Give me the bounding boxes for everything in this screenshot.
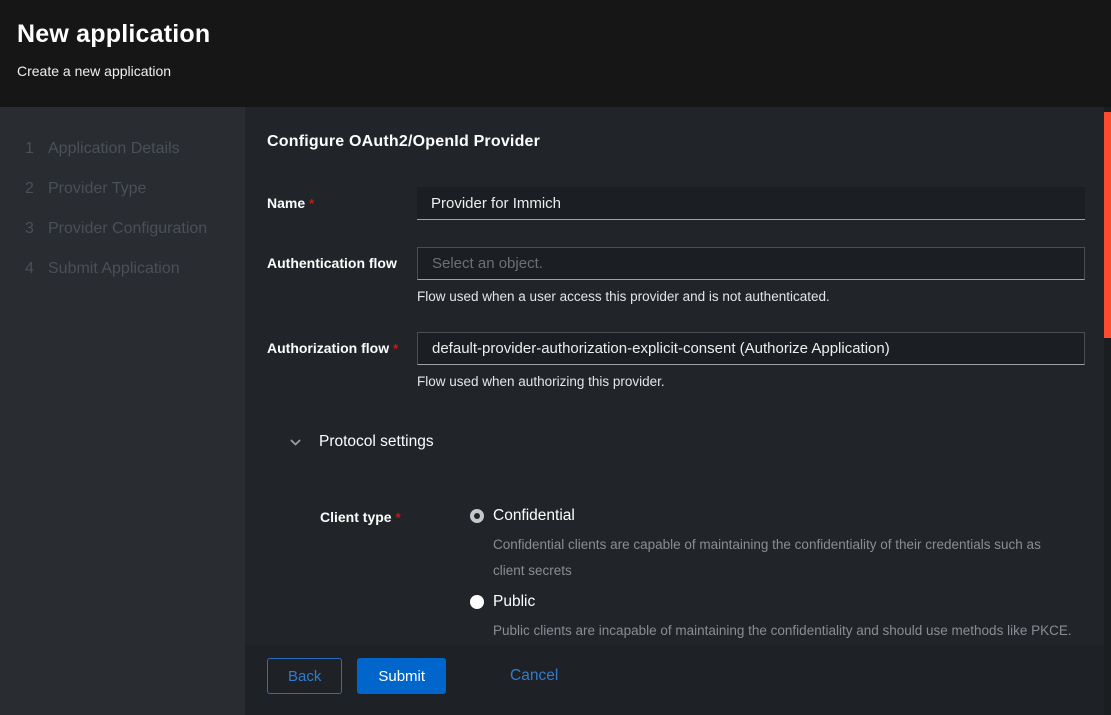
step-number: 3 (25, 220, 48, 238)
new-application-wizard: New application Create a new application… (0, 0, 1111, 715)
submit-button[interactable]: Submit (357, 658, 446, 694)
scrollbar-thumb[interactable] (1104, 112, 1111, 338)
radio-label[interactable]: Public (493, 593, 535, 611)
wizard-footer: Back Submit Cancel (245, 645, 1111, 715)
authorization-flow-select[interactable] (417, 332, 1085, 365)
step-label: Submit Application (48, 260, 180, 278)
step-number: 4 (25, 260, 48, 278)
step-label: Provider Configuration (48, 220, 207, 238)
client-type-options: Confidential Confidential clients are ca… (470, 507, 1085, 644)
wizard-steps-sidebar: 1 Application Details 2 Provider Type 3 … (0, 107, 245, 715)
chevron-down-icon (288, 435, 302, 449)
radio-checked-icon[interactable] (470, 509, 484, 523)
back-button[interactable]: Back (267, 658, 342, 694)
public-description: Public clients are incapable of maintain… (493, 618, 1073, 644)
step-provider-configuration[interactable]: 3 Provider Configuration (0, 209, 245, 249)
step-label: Provider Type (48, 180, 146, 198)
wizard-main-panel: Configure OAuth2/OpenId Provider Name* A… (245, 107, 1111, 645)
radio-unchecked-icon[interactable] (470, 595, 484, 609)
authorization-flow-label: Authorization flow* (267, 340, 412, 356)
authorization-flow-help: Flow used when authorizing this provider… (417, 374, 1085, 389)
authentication-flow-help: Flow used when a user access this provid… (417, 289, 1085, 304)
client-type-option-confidential[interactable]: Confidential (470, 507, 1085, 525)
client-type-option-public[interactable]: Public (470, 593, 1085, 611)
step-number: 2 (25, 180, 48, 198)
step-application-details[interactable]: 1 Application Details (0, 129, 245, 169)
radio-label[interactable]: Confidential (493, 507, 575, 525)
cancel-button[interactable]: Cancel (510, 658, 558, 694)
name-label: Name* (267, 195, 412, 211)
wizard-header: New application Create a new application (0, 0, 1111, 107)
step-submit-application[interactable]: 4 Submit Application (0, 249, 245, 289)
required-marker: * (396, 510, 401, 525)
step-label: Application Details (48, 140, 180, 158)
required-marker: * (309, 196, 314, 211)
scrollbar-track[interactable] (1104, 107, 1111, 715)
form-heading: Configure OAuth2/OpenId Provider (267, 133, 540, 151)
client-type-label: Client type* (320, 509, 465, 525)
page-title: New application (17, 20, 1087, 49)
protocol-settings-expander[interactable]: Protocol settings (288, 433, 434, 451)
step-number: 1 (25, 140, 48, 158)
name-input[interactable] (417, 187, 1085, 220)
confidential-description: Confidential clients are capable of main… (493, 532, 1073, 584)
protocol-settings-label: Protocol settings (319, 433, 434, 451)
required-marker: * (393, 341, 398, 356)
authentication-flow-select[interactable] (417, 247, 1085, 280)
authentication-flow-label: Authentication flow (267, 255, 412, 271)
step-provider-type[interactable]: 2 Provider Type (0, 169, 245, 209)
page-subtitle: Create a new application (17, 63, 1087, 79)
